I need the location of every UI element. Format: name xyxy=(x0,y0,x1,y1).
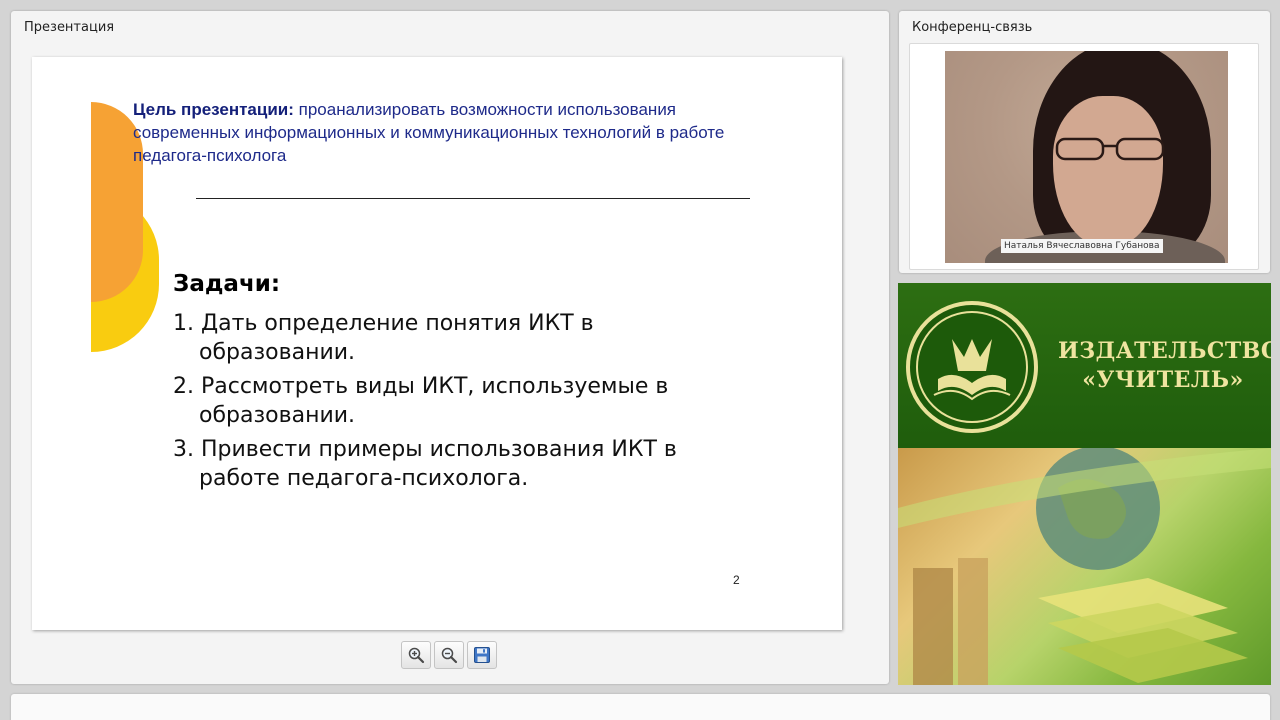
slide-task-item: 3. Привести примеры использования ИКТ в … xyxy=(173,437,677,491)
zoom-in-button[interactable] xyxy=(401,641,431,669)
presentation-panel: Презентация Цель презентации: проанализи… xyxy=(11,11,889,684)
zoom-out-icon xyxy=(441,647,458,664)
slide-divider xyxy=(196,198,750,199)
glasses-icon xyxy=(1055,137,1165,161)
presentation-toolbar xyxy=(401,641,497,671)
publisher-name: ИЗДАТЕЛЬСТВО «УЧИТЕЛЬ» xyxy=(1058,337,1271,395)
publisher-name-line1: ИЗДАТЕЛЬСТВО xyxy=(1058,338,1271,364)
slide-task-item: 2. Рассмотреть виды ИКТ, используемые в … xyxy=(173,374,669,428)
slide-task-item: 1. Дать определение понятия ИКТ в образо… xyxy=(173,311,594,365)
slide: Цель презентации: проанализировать возмо… xyxy=(32,57,842,630)
slide-goal: Цель презентации: проанализировать возмо… xyxy=(133,98,773,167)
save-icon xyxy=(474,647,490,663)
books-globe-illustration xyxy=(898,446,1271,685)
video-frame[interactable]: Наталья Вячеславовна Губанова xyxy=(909,43,1259,270)
conference-panel: Конференц-связь Наталья Вячеславовна Губ… xyxy=(899,11,1270,273)
participant-name-tag: Наталья Вячеславовна Губанова xyxy=(1001,239,1163,253)
save-button[interactable] xyxy=(467,641,497,669)
participant-face xyxy=(1053,96,1163,246)
conference-panel-title: Конференц-связь xyxy=(912,20,1033,35)
zoom-in-icon xyxy=(408,647,425,664)
presentation-panel-title: Презентация xyxy=(24,20,115,35)
slide-page-number: 2 xyxy=(733,573,740,587)
publisher-banner[interactable]: ИЗДАТЕЛЬСТВО «УЧИТЕЛЬ» xyxy=(898,283,1271,685)
video-feed: Наталья Вячеславовна Губанова xyxy=(945,51,1228,263)
slide-tasks-title: Задачи: xyxy=(173,271,281,297)
banner-books-image xyxy=(898,446,1271,685)
bottom-chat-bar[interactable] xyxy=(11,694,1270,720)
publisher-logo-icon xyxy=(906,301,1038,433)
slide-tasks-list: 1. Дать определение понятия ИКТ в образо… xyxy=(173,309,733,498)
zoom-out-button[interactable] xyxy=(434,641,464,669)
publisher-name-line2: «УЧИТЕЛЬ» xyxy=(1082,367,1244,393)
slide-goal-label: Цель презентации: xyxy=(133,100,294,119)
